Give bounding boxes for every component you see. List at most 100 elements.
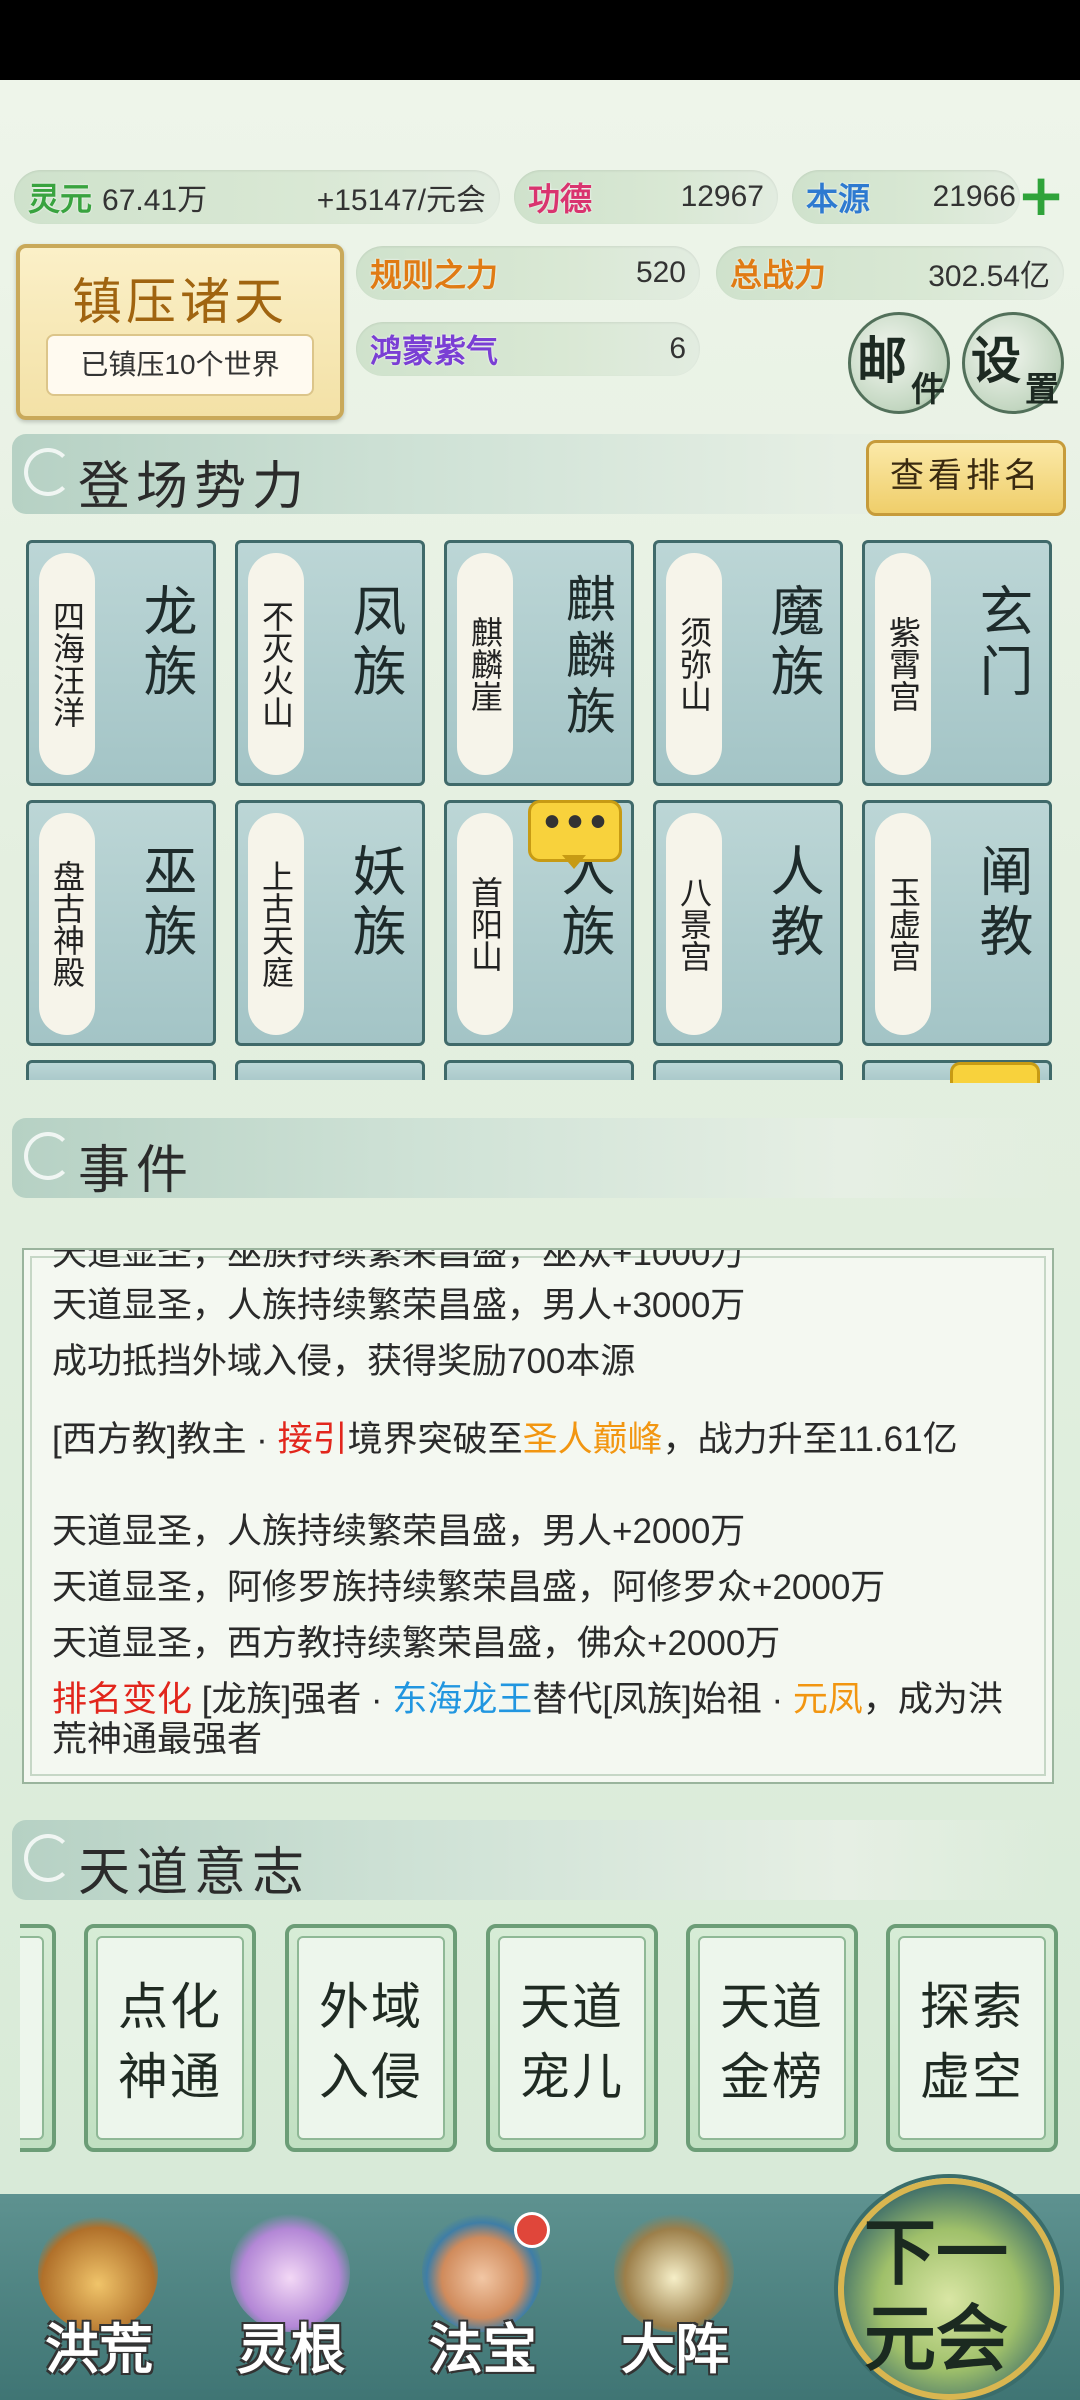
faction-name: 魔族 — [761, 583, 824, 703]
chat-bubble-tail — [562, 855, 586, 869]
chat-bubble-icon[interactable]: ••• — [528, 800, 622, 862]
faction-card-mozu[interactable]: 须弥山 魔族 — [653, 540, 843, 786]
suppress-title: 镇压诸天 — [72, 273, 288, 331]
guize-value: 520 — [635, 256, 686, 289]
ranking-change-tag: 排名变化 — [52, 1680, 193, 1719]
faction-location: 上古天庭 — [248, 813, 304, 1035]
events-title: 事件 — [78, 1141, 195, 1201]
faction-card-yaozu[interactable]: 上古天庭 妖族 — [235, 800, 425, 1046]
faction-card-fengzu[interactable]: 不灭火山 凤族 — [235, 540, 425, 786]
zongzhanli-value: 302.54亿 — [928, 260, 1050, 293]
faction-card-chanjiao[interactable]: 玉虚宫 阐教 — [862, 800, 1052, 1046]
realm-name: 圣人巅峰 — [522, 1420, 663, 1459]
nav-dazhen[interactable]: 大阵 — [590, 2204, 760, 2384]
heaven-will-title: 天道意志 — [78, 1843, 311, 1903]
suppress-worlds-panel[interactable]: 镇压诸天 已镇压10个世界 — [16, 244, 344, 420]
faction-location: 玉虚宫 — [875, 813, 931, 1035]
will-card-waiyu[interactable]: 外域 入侵 — [285, 1924, 457, 2152]
lingyuan-pill[interactable]: 灵元 67.41万 +15147/元会 — [14, 170, 500, 224]
benyuan-value: 21966 — [932, 180, 1016, 213]
event-line: [西方教]教主 · 接引境界突破至圣人巅峰，战力升至11.61亿 — [52, 1420, 958, 1459]
mail-char1: 邮 — [857, 331, 907, 390]
will-card-chonger[interactable]: 天道 宠儿 — [486, 1924, 658, 2152]
faction-card-wuzu[interactable]: 盘古神殿 巫族 — [26, 800, 216, 1046]
faction-name: 阐教 — [970, 843, 1033, 963]
faction-name: 龙族 — [134, 583, 197, 703]
zongzhanli-label: 总战力 — [730, 256, 827, 294]
faction-location: 紫霄宫 — [875, 553, 931, 775]
faction-location: 麒麟崖 — [457, 553, 513, 775]
event-line: 天道显圣，西方教持续繁荣昌盛，佛众+2000万 — [52, 1624, 781, 1663]
character-name: 元凤 — [792, 1680, 863, 1719]
heaven-will-cards: 点化 神通 外域 入侵 天道 宠儿 天道 金榜 探索 虚空 — [20, 1924, 1060, 2160]
event-line: 成功抵挡外域入侵，获得奖励700本源 — [52, 1342, 636, 1381]
notification-badge — [514, 2212, 550, 2248]
settings-button[interactable]: 设 置 — [962, 312, 1064, 414]
gongde-label: 功德 — [528, 180, 593, 218]
faction-location: 盘古神殿 — [39, 813, 95, 1035]
heaven-will-header: 天道意志 — [12, 1820, 1052, 1903]
event-line: 天道显圣，人族持续繁荣昌盛，男人+3000万 — [52, 1286, 746, 1325]
benyuan-pill[interactable]: 本源 21966 — [792, 170, 1020, 224]
chat-bubble-icon[interactable] — [950, 1062, 1040, 1083]
nav-linggen[interactable]: 灵根 — [206, 2204, 376, 2384]
will-card-xukong[interactable]: 探索 虚空 — [886, 1924, 1058, 2152]
plus-icon[interactable]: + — [1016, 166, 1066, 224]
faction-card-qilinzu[interactable]: 麒麟崖 麒麟族 — [444, 540, 634, 786]
guize-pill[interactable]: 规则之力 520 — [356, 246, 700, 300]
faction-card-partial[interactable] — [653, 1060, 843, 1080]
hongmeng-pill[interactable]: 鸿蒙紫气 6 — [356, 322, 700, 376]
faction-name: 人教 — [761, 843, 824, 963]
zongzhanli-pill[interactable]: 总战力 302.54亿 — [716, 246, 1064, 300]
hongmeng-value: 6 — [669, 332, 686, 365]
faction-name: 麒麟族 — [558, 573, 616, 741]
character-name: 接引 — [277, 1420, 348, 1459]
faction-location: 四海汪洋 — [39, 553, 95, 775]
events-header: 事件 — [12, 1118, 1052, 1201]
cloud-swirl-icon — [24, 448, 72, 496]
settings-char1: 设 — [971, 331, 1021, 390]
lingyuan-label: 灵元 — [28, 180, 93, 218]
faction-card-xuanmen[interactable]: 紫霄宫 玄门 — [862, 540, 1052, 786]
hongmeng-label: 鸿蒙紫气 — [370, 332, 499, 370]
settings-char2: 置 — [1025, 370, 1059, 410]
faction-card-partial[interactable] — [26, 1060, 216, 1080]
cloud-swirl-icon — [24, 1132, 72, 1180]
benyuan-label: 本源 — [806, 180, 871, 218]
faction-location: 首阳山 — [457, 813, 513, 1035]
event-line: 天道显圣，阿修罗族持续繁荣昌盛，阿修罗众+2000万 — [52, 1568, 886, 1607]
mail-char2: 件 — [911, 370, 945, 410]
event-log[interactable]: 天道显圣，巫族持续繁荣昌盛，巫众+1000万 天道显圣，人族持续繁荣昌盛，男人+… — [22, 1248, 1054, 1784]
faction-location: 八景宫 — [666, 813, 722, 1035]
faction-location: 不灭火山 — [248, 553, 304, 775]
cloud-swirl-icon — [24, 1834, 72, 1882]
faction-location: 须弥山 — [666, 553, 722, 775]
guize-label: 规则之力 — [370, 256, 499, 294]
lingyuan-value: 67.41万 — [102, 184, 208, 217]
will-card-dianhua[interactable]: 点化 神通 — [84, 1924, 256, 2152]
faction-name: 妖族 — [343, 843, 406, 963]
character-name: 东海龙王 — [392, 1680, 533, 1719]
event-line: 排名变化 [龙族]强者 · 东海龙王替代[凤族]始祖 · 元凤，成为洪荒神通最强… — [52, 1680, 1003, 1759]
event-line: 天道显圣，人族持续繁荣昌盛，男人+2000万 — [52, 1512, 746, 1551]
gongde-value: 12967 — [680, 180, 764, 213]
lingyuan-rate: +15147/元会 — [316, 184, 486, 217]
view-ranking-button[interactable]: 查看排名 — [866, 440, 1066, 516]
faction-card-longzu[interactable]: 四海汪洋 龙族 — [26, 540, 216, 786]
faction-name: 玄门 — [970, 583, 1033, 703]
will-card-partial[interactable] — [20, 1924, 56, 2152]
mail-button[interactable]: 邮 件 — [848, 312, 950, 414]
faction-card-partial[interactable] — [444, 1060, 634, 1080]
faction-card-renjiao[interactable]: 八景宫 人教 — [653, 800, 843, 1046]
event-line: 天道显圣，巫族持续繁荣昌盛，巫众+1000万 — [52, 1248, 746, 1273]
gongde-pill[interactable]: 功德 12967 — [514, 170, 778, 224]
factions-title: 登场势力 — [78, 457, 311, 517]
status-bar — [0, 0, 1080, 80]
faction-name: 凤族 — [343, 583, 406, 703]
suppress-subtitle: 已镇压10个世界 — [46, 334, 314, 396]
faction-card-partial[interactable] — [235, 1060, 425, 1080]
faction-name: 巫族 — [134, 843, 197, 963]
nav-honghuang[interactable]: 洪荒 — [14, 2204, 184, 2384]
next-epoch-button[interactable]: 下一 元会 — [838, 2178, 1060, 2400]
will-card-jinbang[interactable]: 天道 金榜 — [686, 1924, 858, 2152]
